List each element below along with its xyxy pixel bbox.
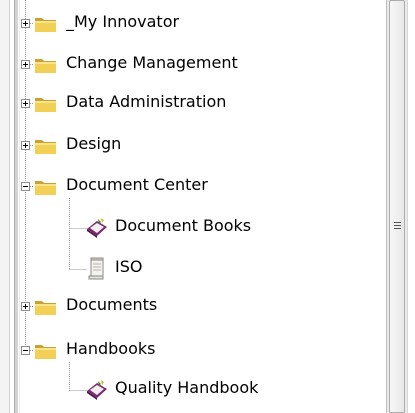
expand-icon[interactable] (21, 302, 30, 311)
folder-icon (34, 298, 58, 316)
tree-item-label: Change Management (66, 53, 238, 72)
tree-item-label: Document Center (66, 175, 208, 194)
folder-icon (34, 56, 58, 74)
folder-icon (34, 137, 58, 155)
scrollbar-grip-icon (394, 225, 401, 226)
expand-icon[interactable] (21, 19, 30, 28)
scroll-icon (87, 257, 107, 285)
tree-item-documents[interactable]: Documents (21, 289, 371, 325)
expand-icon[interactable] (21, 141, 30, 150)
tree-item-change-management[interactable]: Change Management (21, 47, 371, 83)
scrollbar-grip-icon (394, 228, 401, 229)
tree-item-my-innovator[interactable]: _My Innovator (21, 6, 371, 42)
expand-icon[interactable] (21, 60, 30, 69)
document-book-icon (85, 217, 109, 243)
tree-item-document-books[interactable]: Document Books (21, 210, 371, 246)
scrollbar-grip-icon (394, 222, 401, 223)
tree-item-label: Data Administration (66, 92, 227, 111)
splitter-highlight (19, 0, 20, 413)
folder-icon (34, 178, 58, 196)
collapse-icon[interactable] (21, 346, 30, 355)
left-frame-edge (0, 0, 10, 413)
tree-item-label: Document Books (115, 216, 252, 235)
tree-item-data-administration[interactable]: Data Administration (21, 86, 371, 122)
tree-item-quality-handbook[interactable]: Quality Handbook (21, 372, 371, 408)
expand-icon[interactable] (21, 99, 30, 108)
tree-item-label: Documents (66, 295, 158, 314)
collapse-icon[interactable] (21, 182, 30, 191)
tree-item-label: ISO (115, 257, 143, 276)
tree-item-design[interactable]: Design (21, 128, 371, 164)
splitter-bar[interactable] (14, 0, 18, 413)
navigation-tree: _My Innovator Change Management Data Adm… (21, 0, 381, 413)
tree-item-label: Design (66, 134, 122, 153)
folder-icon (34, 95, 58, 113)
tree-item-document-center[interactable]: Document Center (21, 169, 371, 205)
tree-item-label: Handbooks (66, 339, 156, 358)
tree-item-label: _My Innovator (66, 12, 180, 31)
scrollbar-thumb[interactable] (389, 0, 405, 413)
tree-item-handbooks[interactable]: Handbooks (21, 333, 371, 369)
tree-item-label: Quality Handbook (115, 378, 259, 397)
tree-item-iso[interactable]: ISO (21, 251, 371, 287)
folder-icon (34, 342, 58, 360)
document-book-icon (85, 379, 109, 405)
folder-icon (34, 15, 58, 33)
